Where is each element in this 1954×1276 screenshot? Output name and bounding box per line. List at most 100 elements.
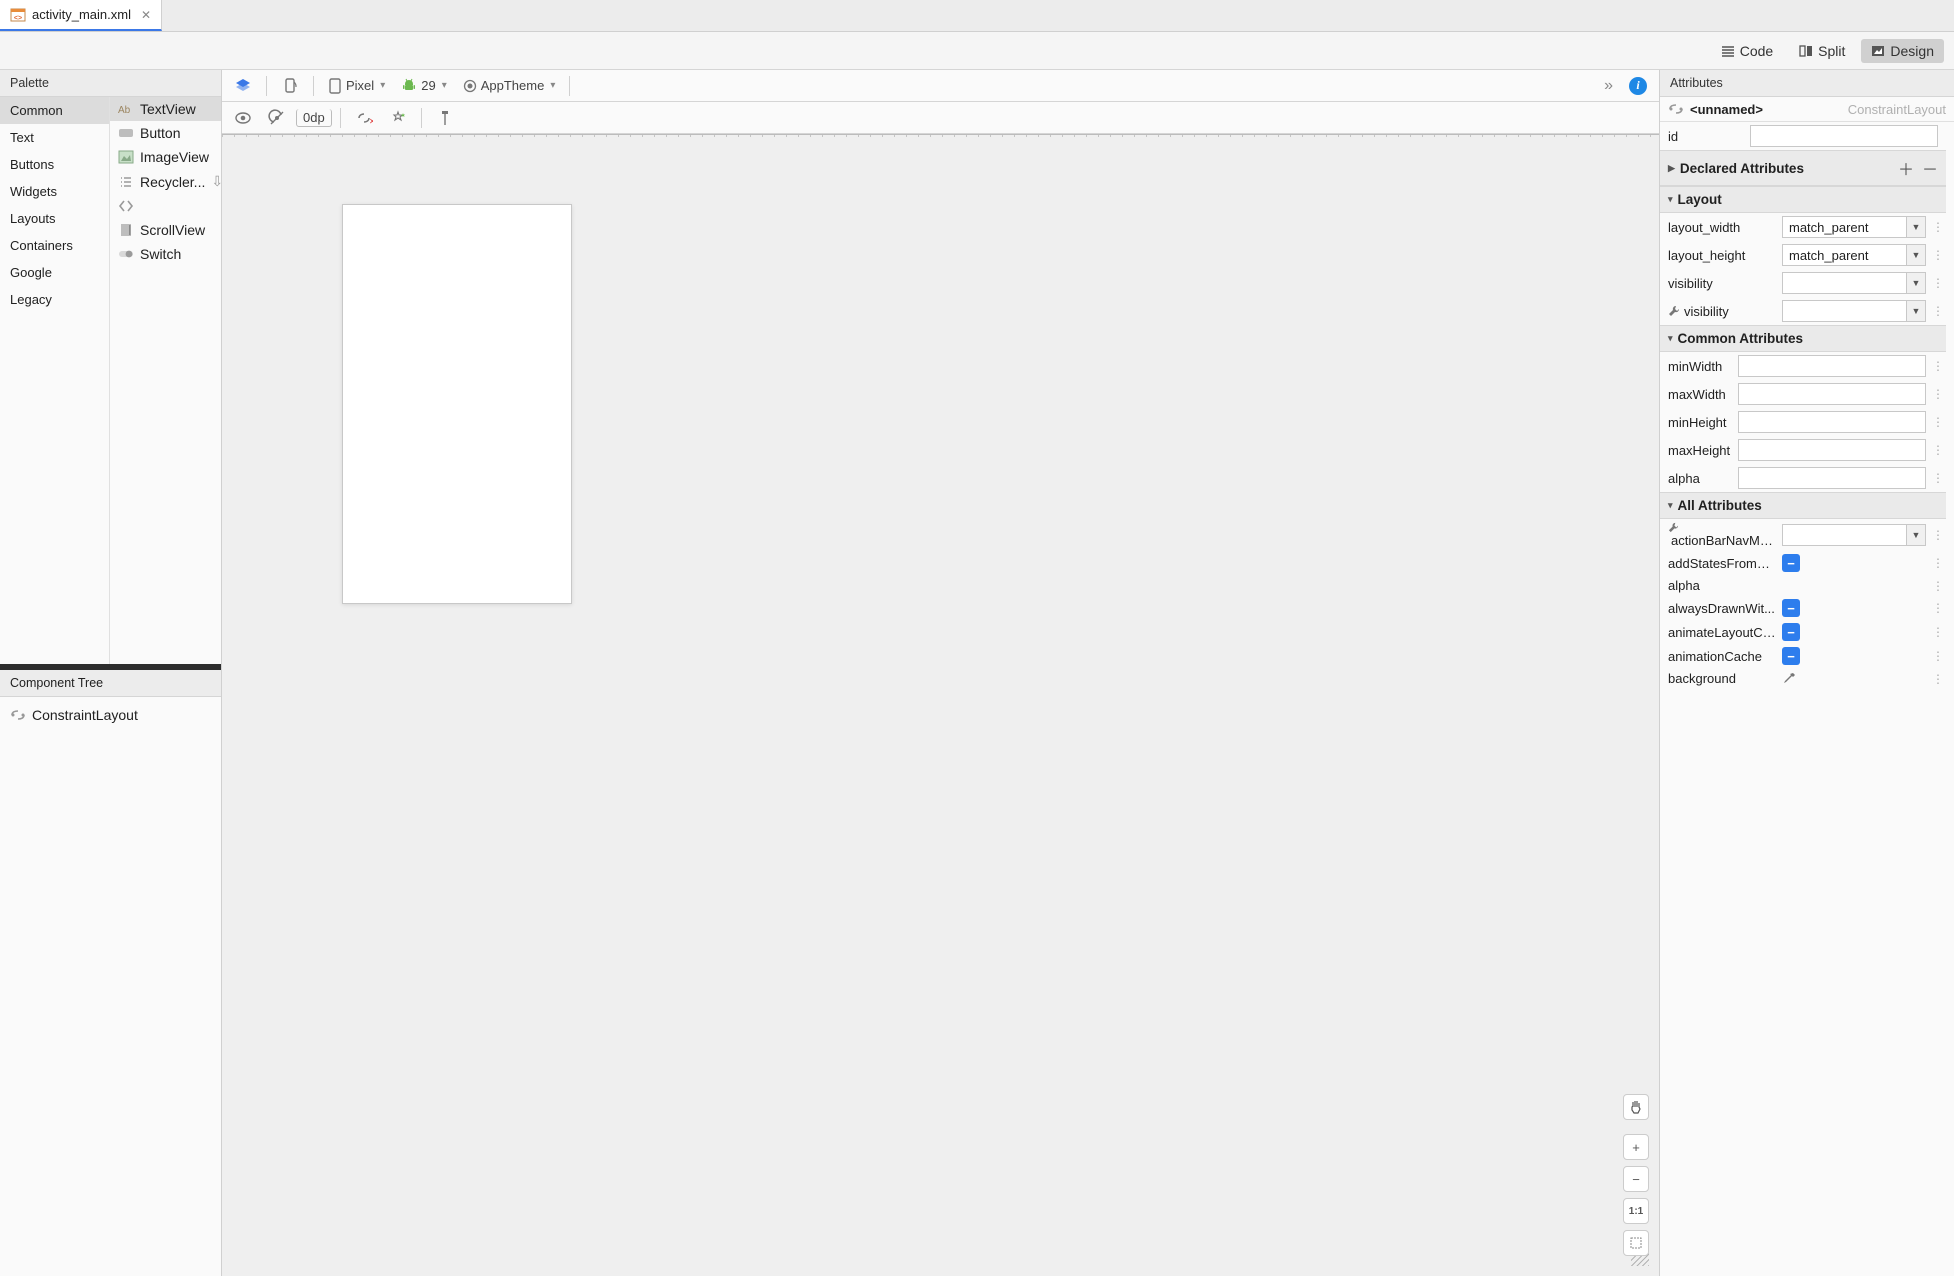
design-toolbar-top: Pixel ▾ 29 ▾ AppTheme ▾ » [222, 70, 1659, 102]
layout-width-select[interactable]: match_parent ▼ [1782, 216, 1926, 238]
palette-item-button[interactable]: Button [110, 121, 221, 145]
palette-category-layouts[interactable]: Layouts [0, 205, 109, 232]
zoom-fit-button[interactable]: 1:1 [1623, 1198, 1649, 1224]
default-margin-button[interactable]: 0dp [296, 109, 332, 127]
remove-attr-button[interactable]: － [1922, 156, 1938, 180]
clear-constraints-button[interactable]: ✕ [349, 106, 379, 130]
minwidth-input[interactable] [1738, 355, 1926, 377]
attr-flag-icon[interactable]: ⋮ [1932, 625, 1938, 639]
text-icon: Ab [118, 101, 134, 117]
palette-category-legacy[interactable]: Legacy [0, 286, 109, 313]
eyedropper-icon[interactable] [1782, 672, 1926, 686]
attr-flag-icon[interactable]: ⋮ [1932, 672, 1938, 686]
svg-text:Ab: Ab [118, 105, 131, 116]
palette-item-textview[interactable]: AbTextView [110, 97, 221, 121]
palette-item-fragme[interactable] [110, 194, 221, 218]
chevron-down-icon[interactable]: ▼ [1906, 272, 1926, 294]
download-icon[interactable]: ⇩ [211, 173, 221, 190]
wrench-icon [1668, 305, 1680, 317]
theme-selector[interactable]: AppTheme ▾ [457, 75, 562, 96]
layout-height-select[interactable]: match_parent ▼ [1782, 244, 1926, 266]
attributes-scroll[interactable]: id ▶ Declared Attributes ＋ － ▾ Layout [1660, 122, 1954, 1276]
device-selector[interactable]: Pixel ▾ [322, 75, 391, 97]
attr-flag-icon[interactable]: ⋮ [1932, 220, 1938, 234]
attr-flag-icon[interactable]: ⋮ [1932, 304, 1938, 318]
attr-flag-icon[interactable]: ⋮ [1932, 601, 1938, 615]
attr-row-tools-visibility: visibility ▼ ⋮ [1660, 297, 1946, 325]
palette-category-text[interactable]: Text [0, 124, 109, 151]
palette-item-imageview[interactable]: ImageView [110, 145, 221, 169]
view-mode-design[interactable]: Design [1861, 39, 1944, 63]
attr-flag-icon[interactable]: ⋮ [1932, 556, 1938, 570]
boolean-toggle[interactable]: − [1782, 599, 1800, 617]
palette-category-buttons[interactable]: Buttons [0, 151, 109, 178]
attr-select[interactable]: ▼ [1782, 524, 1926, 546]
device-preview[interactable] [342, 204, 572, 604]
attr-flag-icon[interactable]: ⋮ [1932, 649, 1938, 663]
alpha-input[interactable] [1738, 467, 1926, 489]
palette-category-google[interactable]: Google [0, 259, 109, 286]
chevron-down-icon[interactable]: ▼ [1906, 216, 1926, 238]
file-tab[interactable]: <> activity_main.xml ✕ [0, 0, 162, 31]
attr-flag-icon[interactable]: ⋮ [1932, 443, 1938, 457]
autoconnect-toggle[interactable] [262, 106, 292, 130]
attr-flag-icon[interactable]: ⋮ [1932, 359, 1938, 373]
attr-flag-icon[interactable]: ⋮ [1932, 579, 1938, 593]
boolean-toggle[interactable]: − [1782, 647, 1800, 665]
attr-row-alwaysdrawnwit: alwaysDrawnWit...−⋮ [1660, 596, 1946, 620]
attr-flag-icon[interactable]: ⋮ [1932, 387, 1938, 401]
palette-category-containers[interactable]: Containers [0, 232, 109, 259]
add-attr-button[interactable]: ＋ [1898, 156, 1914, 180]
chevron-down-icon: ▾ [380, 80, 385, 91]
zoom-reset-button[interactable] [1623, 1230, 1649, 1256]
palette-category-common[interactable]: Common [0, 97, 109, 124]
section-common[interactable]: ▾ Common Attributes [1660, 325, 1946, 352]
attr-flag-icon[interactable]: ⋮ [1932, 471, 1938, 485]
id-input[interactable] [1750, 125, 1938, 147]
palette-item-recycler[interactable]: Recycler...⇩ [110, 169, 221, 194]
orientation-button[interactable] [275, 74, 305, 98]
section-declared[interactable]: ▶ Declared Attributes ＋ － [1660, 150, 1946, 186]
section-layout[interactable]: ▾ Layout [1660, 186, 1946, 213]
pan-button[interactable] [1623, 1094, 1649, 1120]
list-icon [118, 174, 134, 190]
maxheight-input[interactable] [1738, 439, 1926, 461]
attr-flag-icon[interactable]: ⋮ [1932, 528, 1938, 542]
visibility-select[interactable]: ▼ [1782, 272, 1926, 294]
boolean-toggle[interactable]: − [1782, 623, 1800, 641]
view-mode-bar: Code Split Design [0, 32, 1954, 70]
issues-info-button[interactable]: i [1623, 74, 1653, 98]
chevron-down-icon[interactable]: ▼ [1906, 244, 1926, 266]
view-mode-split[interactable]: Split [1789, 39, 1855, 63]
attr-flag-icon[interactable]: ⋮ [1932, 415, 1938, 429]
tree-node-constraintlayout[interactable]: ConstraintLayout [4, 703, 217, 727]
minheight-input[interactable] [1738, 411, 1926, 433]
api-selector[interactable]: 29 ▾ [395, 75, 453, 97]
zoom-in-button[interactable]: + [1623, 1134, 1649, 1160]
boolean-toggle[interactable]: − [1782, 554, 1800, 572]
svg-text:<>: <> [14, 15, 22, 22]
attr-row-alpha: alpha⋮ [1660, 575, 1946, 596]
close-tab-icon[interactable]: ✕ [141, 8, 151, 22]
overflow-button[interactable]: » [1598, 74, 1619, 98]
surfaces-button[interactable] [228, 74, 258, 98]
section-all[interactable]: ▾ All Attributes [1660, 492, 1946, 519]
chevron-down-icon[interactable]: ▼ [1906, 300, 1926, 322]
maxwidth-input[interactable] [1738, 383, 1926, 405]
chevron-down-icon[interactable]: ▼ [1906, 524, 1926, 546]
attr-flag-icon[interactable]: ⋮ [1932, 276, 1938, 290]
palette-item-scrollview[interactable]: ScrollView [110, 218, 221, 242]
attr-flag-icon[interactable]: ⋮ [1932, 248, 1938, 262]
view-options-button[interactable] [228, 108, 258, 128]
chevron-down-icon: ▾ [1668, 194, 1673, 205]
tools-visibility-select[interactable]: ▼ [1782, 300, 1926, 322]
constraint-layout-icon [10, 707, 26, 723]
view-mode-code[interactable]: Code [1711, 39, 1783, 63]
infer-constraints-button[interactable] [383, 106, 413, 130]
switch-icon [118, 246, 134, 262]
guidelines-button[interactable] [430, 106, 460, 130]
palette-category-widgets[interactable]: Widgets [0, 178, 109, 205]
palette-item-switch[interactable]: Switch [110, 242, 221, 266]
design-canvas[interactable]: + − 1:1 [222, 134, 1659, 1276]
zoom-out-button[interactable]: − [1623, 1166, 1649, 1192]
